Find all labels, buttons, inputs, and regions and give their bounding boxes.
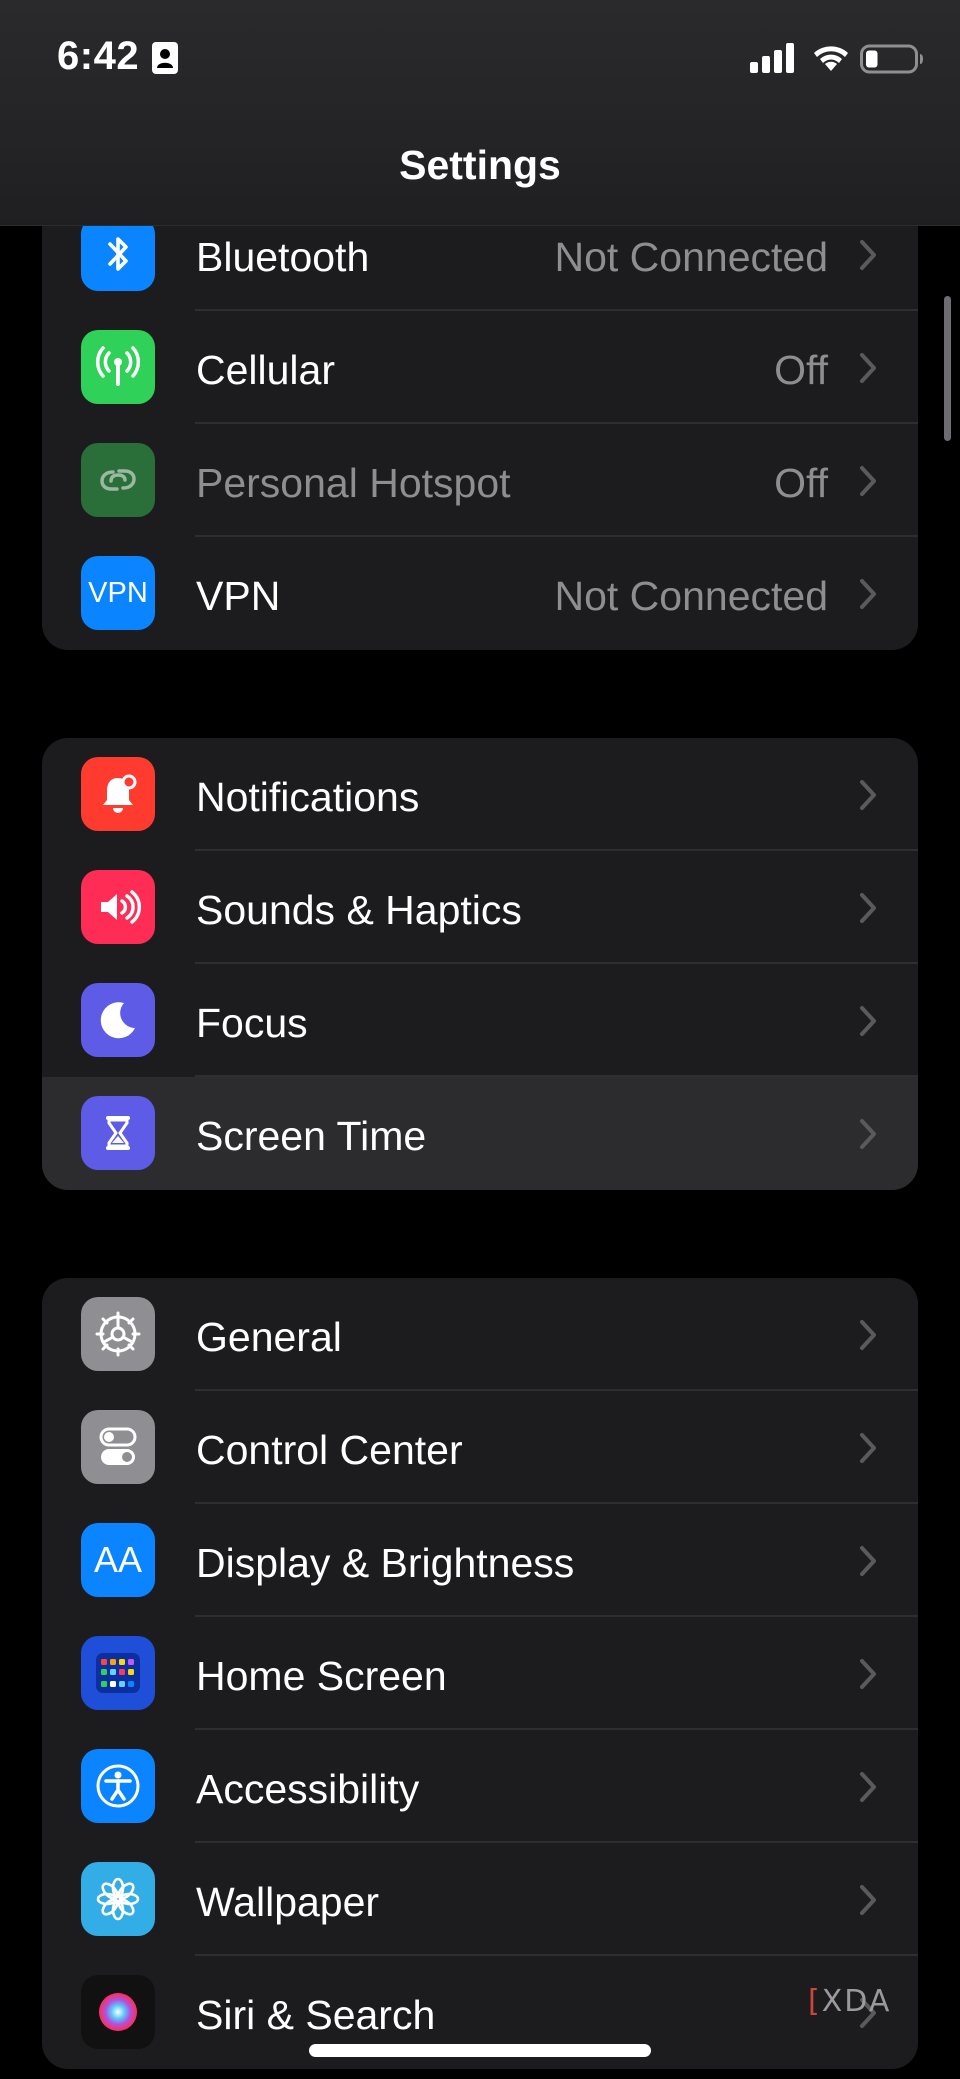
signal-bars-icon (750, 43, 794, 73)
settings-row-display-brightness[interactable]: AA Display & Brightness (42, 1504, 918, 1617)
chevron-right-icon (860, 1659, 876, 1689)
accessibility-icon (81, 1749, 155, 1823)
settings-row-label: Cellular (196, 347, 335, 393)
chevron-right-icon (860, 893, 876, 923)
toggles-icon (81, 1410, 155, 1484)
scroll-indicator[interactable] (944, 296, 951, 441)
settings-row-focus[interactable]: Focus (42, 964, 918, 1077)
chevron-right-icon (860, 1119, 876, 1149)
settings-row-cellular[interactable]: Cellular Off (42, 311, 918, 424)
chevron-right-icon (860, 240, 876, 270)
settings-row-label: Screen Time (196, 1113, 427, 1159)
page-title: Settings (399, 142, 561, 188)
settings-row-label: Accessibility (196, 1766, 420, 1812)
text-size-icon: AA (81, 1523, 155, 1597)
settings-row-label: Siri & Search (196, 1992, 436, 2038)
settings-group-connectivity: Bluetooth Not Connected Cellular Off Per… (42, 198, 918, 650)
settings-row-general[interactable]: General (42, 1278, 918, 1391)
bell-icon (81, 757, 155, 831)
settings-row-control-center[interactable]: Control Center (42, 1391, 918, 1504)
bluetooth-icon (81, 217, 155, 291)
flower-icon (81, 1862, 155, 1936)
wifi-icon (814, 46, 848, 71)
chevron-right-icon (860, 466, 876, 496)
settings-row-label: Sounds & Haptics (196, 887, 522, 933)
settings-row-wallpaper[interactable]: Wallpaper (42, 1843, 918, 1956)
settings-row-label: Home Screen (196, 1653, 447, 1699)
settings-row-label: Notifications (196, 774, 420, 820)
antenna-icon (81, 330, 155, 404)
settings-row-value: Not Connected (554, 234, 828, 280)
hourglass-icon (81, 1096, 155, 1170)
speaker-icon (81, 870, 155, 944)
settings-row-accessibility[interactable]: Accessibility (42, 1730, 918, 1843)
settings-row-home-screen[interactable]: Home Screen (42, 1617, 918, 1730)
vpn-icon: VPN (81, 556, 155, 630)
battery-icon (860, 44, 923, 74)
chevron-right-icon (860, 780, 876, 810)
settings-row-value: Off (774, 347, 828, 393)
settings-row-label: Bluetooth (196, 234, 370, 280)
settings-row-label: VPN (196, 573, 281, 619)
watermark-text: XDA (821, 1984, 892, 2019)
chevron-right-icon (860, 579, 876, 609)
home-indicator[interactable] (309, 2044, 651, 2057)
status-time: 6:42 (57, 34, 140, 78)
watermark-logo: [XDA (808, 1984, 892, 2019)
chevron-right-icon (860, 1433, 876, 1463)
settings-row-sounds-haptics[interactable]: Sounds & Haptics (42, 851, 918, 964)
settings-row-label: Personal Hotspot (196, 460, 511, 506)
settings-row-label: General (196, 1314, 342, 1360)
contact-card-icon (152, 42, 178, 74)
settings-row-label: Control Center (196, 1427, 463, 1473)
settings-row-value: Off (774, 460, 828, 506)
hotspot-icon (81, 443, 155, 517)
chevron-right-icon (860, 353, 876, 383)
chevron-right-icon (860, 1546, 876, 1576)
text-size-icon-text: AA (93, 1539, 143, 1580)
moon-icon (81, 983, 155, 1057)
gear-icon (81, 1297, 155, 1371)
siri-icon (81, 1975, 155, 2049)
settings-row-personal-hotspot[interactable]: Personal Hotspot Off (42, 424, 918, 537)
settings-row-label: Focus (196, 1000, 308, 1046)
chevron-right-icon (860, 1772, 876, 1802)
chevron-right-icon (860, 1885, 876, 1915)
settings-group-notifications: Notifications Sounds & Haptics Focus Scr… (42, 738, 918, 1190)
settings-row-screen-time[interactable]: Screen Time (42, 1077, 918, 1190)
settings-group-general: General Control Center AA Display & Brig… (42, 1278, 918, 2069)
settings-row-label: Wallpaper (196, 1879, 380, 1925)
settings-row-value: Not Connected (554, 573, 828, 619)
chevron-right-icon (860, 1006, 876, 1036)
chevron-right-icon (860, 1320, 876, 1350)
status-bar: 6:42 (0, 0, 960, 120)
settings-row-notifications[interactable]: Notifications (42, 738, 918, 851)
vpn-icon-text: VPN (88, 576, 148, 609)
settings-row-vpn[interactable]: VPN VPN Not Connected (42, 537, 918, 650)
settings-row-label: Display & Brightness (196, 1540, 575, 1586)
app-grid-icon (81, 1636, 155, 1710)
